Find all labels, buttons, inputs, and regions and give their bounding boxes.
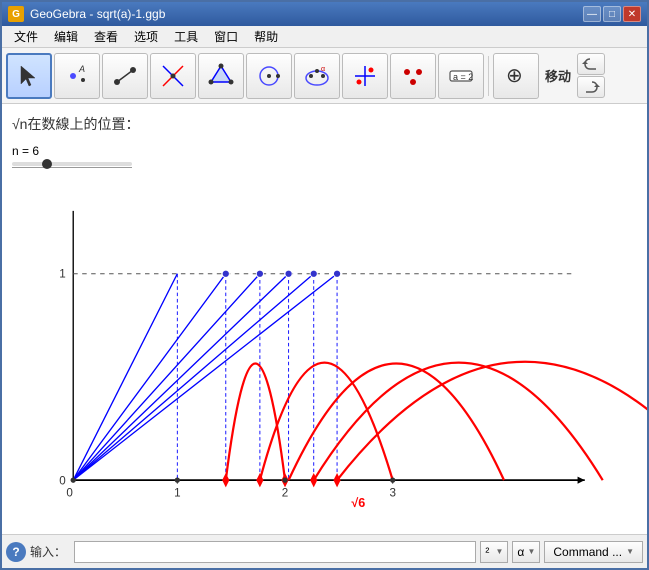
point-icon: A [63, 62, 91, 90]
svg-text:1: 1 [59, 267, 65, 280]
alpha-dropdown[interactable]: α ▼ [512, 541, 540, 563]
tool-reflect[interactable] [390, 53, 436, 99]
svg-text:0: 0 [66, 486, 73, 499]
app-icon: G [8, 6, 24, 22]
tool-move-view[interactable]: ⊕ [493, 53, 539, 99]
minimize-button[interactable]: — [583, 6, 601, 22]
toolbar: A [2, 48, 647, 104]
tool-perpendicular[interactable] [150, 53, 196, 99]
redo-button[interactable] [577, 76, 605, 98]
input-label: 输入： [30, 543, 66, 560]
menu-bar: 文件 编辑 查看 选项 工具 窗口 帮助 [2, 26, 647, 48]
alpha-dropdown-arrow: ▼ [527, 547, 535, 556]
circle-icon [255, 62, 283, 90]
menu-help[interactable]: 帮助 [246, 26, 286, 47]
undo-button[interactable] [577, 53, 605, 75]
command-label: Command ... [553, 545, 622, 559]
main-area: √n在数線上的位置： n = 6 [2, 104, 647, 534]
maximize-button[interactable]: □ [603, 6, 621, 22]
svg-text:3: 3 [389, 486, 395, 499]
superscript-dropdown[interactable]: ² ▼ [480, 541, 508, 563]
tool-line[interactable] [102, 53, 148, 99]
menu-edit[interactable]: 编辑 [46, 26, 86, 47]
window-controls: — □ ✕ [583, 6, 641, 22]
panel-title: √n在数線上的位置： [12, 114, 139, 134]
tool-polygon[interactable] [198, 53, 244, 99]
tool-input-box[interactable]: a = 2 [438, 53, 484, 99]
toolbar-separator [488, 56, 489, 96]
superscript-dropdown-arrow: ▼ [495, 547, 503, 556]
slider-label: n = 6 [12, 144, 132, 158]
command-button[interactable]: Command ... ▼ [544, 541, 643, 563]
main-window: G GeoGebra - sqrt(a)-1.ggb — □ ✕ 文件 编辑 查… [0, 0, 649, 570]
svg-text:A: A [78, 64, 85, 74]
menu-view[interactable]: 查看 [86, 26, 126, 47]
perpendicular-icon [159, 62, 187, 90]
svg-text:2: 2 [282, 486, 288, 499]
tool-point[interactable]: A [54, 53, 100, 99]
angle-icon [351, 62, 379, 90]
window-title: GeoGebra - sqrt(a)-1.ggb [30, 7, 583, 21]
graph-svg: 0 1 2 3 0 1 [2, 184, 647, 534]
command-dropdown-arrow: ▼ [626, 547, 634, 556]
svg-text:√6: √6 [351, 496, 365, 510]
tool-circle[interactable] [246, 53, 292, 99]
conic-icon: α [303, 62, 331, 90]
panel-title-text: √n在数線上的位置： [12, 116, 139, 132]
menu-window[interactable]: 窗口 [206, 26, 246, 47]
line-icon [111, 62, 139, 90]
polygon-icon [207, 62, 235, 90]
undo-redo-group [577, 53, 605, 98]
status-bar: ? 输入： ² ▼ α ▼ Command ... ▼ [2, 534, 647, 568]
title-bar: G GeoGebra - sqrt(a)-1.ggb — □ ✕ [2, 2, 647, 26]
tool-angle[interactable] [342, 53, 388, 99]
alpha-label: α [517, 545, 524, 559]
svg-text:⊕: ⊕ [506, 65, 523, 87]
slider-thumb[interactable] [42, 159, 52, 169]
command-input[interactable] [74, 541, 476, 563]
redo-icon [582, 80, 600, 94]
move-label: 移动 [545, 66, 571, 85]
svg-text:a = 2: a = 2 [453, 72, 473, 82]
help-button[interactable]: ? [6, 542, 26, 562]
canvas-area[interactable]: √n在数線上的位置： n = 6 [2, 104, 647, 534]
menu-file[interactable]: 文件 [6, 26, 46, 47]
select-icon [15, 62, 43, 90]
svg-text:0: 0 [59, 475, 66, 488]
menu-options[interactable]: 选项 [126, 26, 166, 47]
tool-conic[interactable]: α [294, 53, 340, 99]
slider-track[interactable] [12, 162, 132, 166]
undo-icon [582, 57, 600, 71]
svg-text:1: 1 [174, 486, 180, 499]
input-box-icon: a = 2 [447, 62, 475, 90]
superscript-label: ² [485, 545, 489, 559]
tool-select[interactable] [6, 53, 52, 99]
svg-text:α: α [321, 66, 325, 73]
slider-area: n = 6 [12, 144, 132, 168]
reflect-icon [399, 62, 427, 90]
menu-tools[interactable]: 工具 [166, 26, 206, 47]
close-button[interactable]: ✕ [623, 6, 641, 22]
move-view-icon: ⊕ [502, 62, 530, 90]
